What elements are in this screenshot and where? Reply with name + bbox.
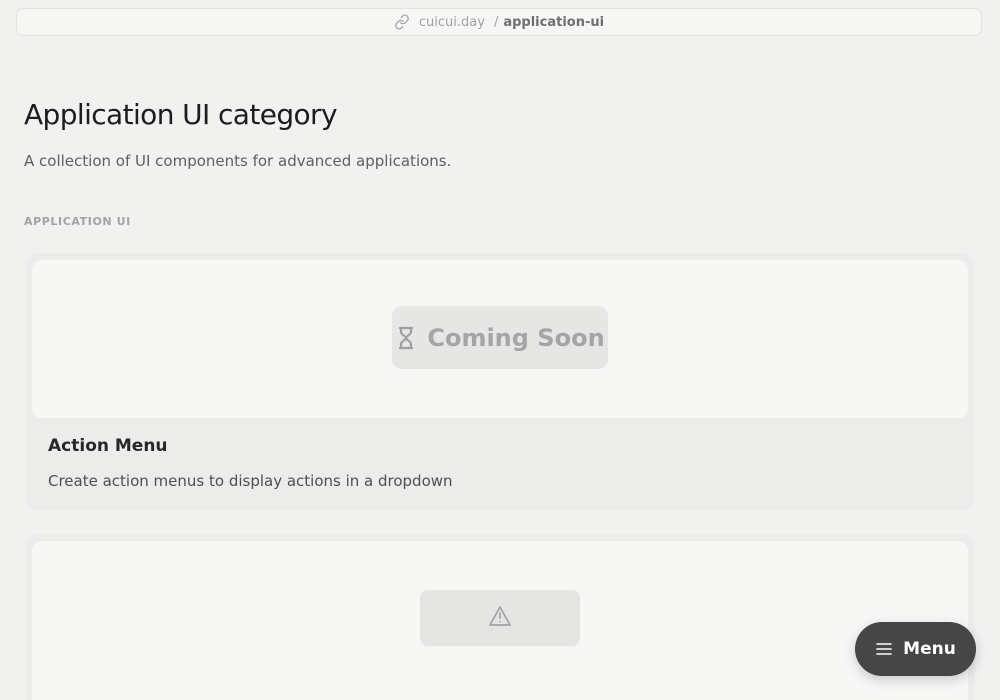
menu-icon xyxy=(875,642,893,656)
page-subtitle: A collection of UI components for advanc… xyxy=(24,152,452,170)
warning-icon xyxy=(488,605,512,631)
link-icon xyxy=(394,14,410,30)
component-card-next[interactable] xyxy=(26,535,974,700)
menu-button-label: Menu xyxy=(903,639,956,659)
card-description: Create action menus to display actions i… xyxy=(48,472,453,490)
warning-badge xyxy=(420,590,580,646)
page: cuicui.day / application-ui Application … xyxy=(0,0,1000,700)
breadcrumb-domain[interactable]: cuicui.day xyxy=(419,15,485,30)
breadcrumb-current[interactable]: application-ui xyxy=(503,15,604,30)
card-preview xyxy=(32,541,968,700)
breadcrumb: cuicui.day / application-ui xyxy=(16,8,982,36)
breadcrumb-separator: / xyxy=(493,14,499,30)
section-label: APPLICATION UI xyxy=(24,215,131,228)
page-title: Application UI category xyxy=(24,98,338,131)
card-preview: Coming Soon xyxy=(32,260,968,418)
menu-button[interactable]: Menu xyxy=(855,622,976,676)
hourglass-icon xyxy=(395,326,417,350)
coming-soon-label: Coming Soon xyxy=(427,323,605,352)
coming-soon-badge: Coming Soon xyxy=(392,306,608,369)
component-card-action-menu[interactable]: Coming Soon Action Menu Create action me… xyxy=(26,254,974,510)
card-title[interactable]: Action Menu xyxy=(48,436,168,456)
